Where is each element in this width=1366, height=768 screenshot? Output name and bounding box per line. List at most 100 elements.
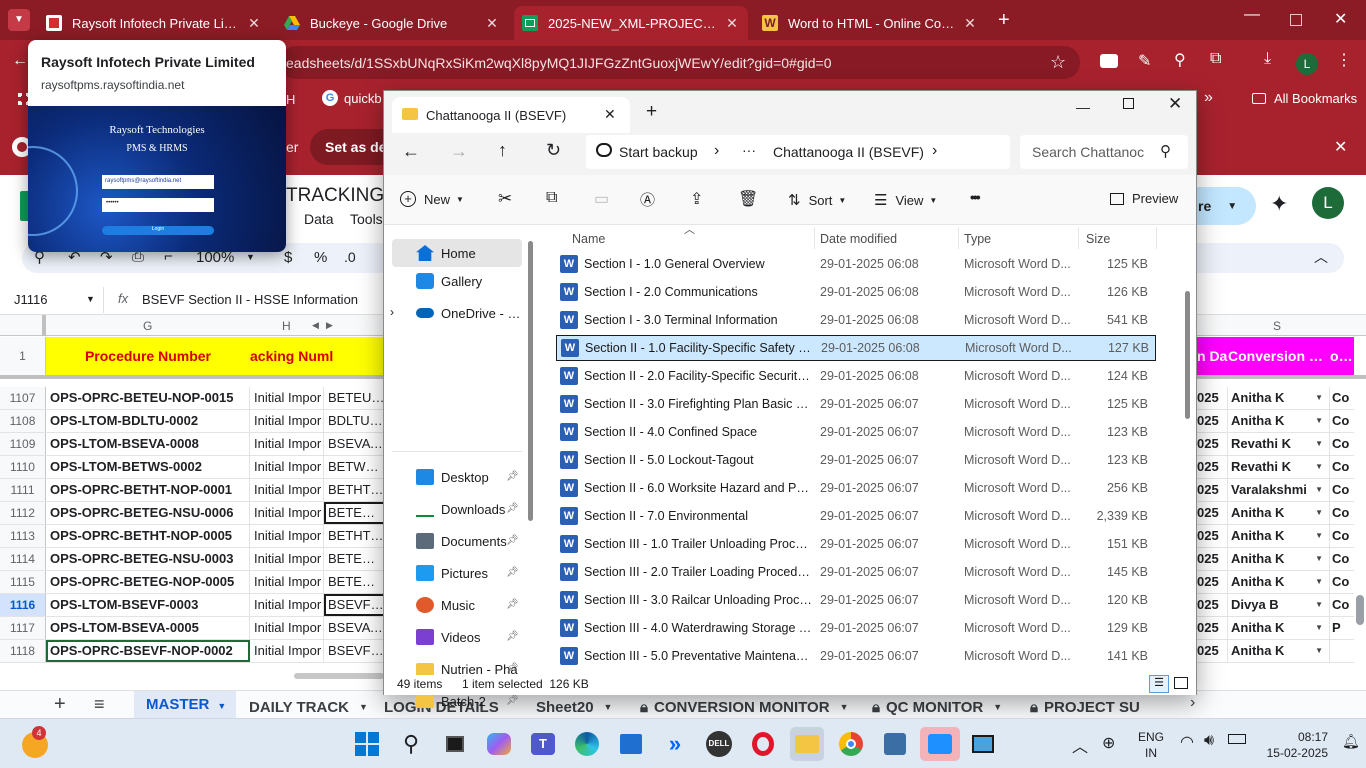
cell-procedure-number[interactable]: OPS-LTOM-BSEVA-0008 <box>46 433 250 455</box>
add-sheet-icon[interactable]: + <box>54 693 66 716</box>
dropdown-arrow-icon[interactable]: ▼ <box>1315 548 1323 570</box>
cell-section[interactable]: BDLTU Se <box>324 410 385 432</box>
cell-date[interactable]: 025 <box>1197 479 1228 501</box>
cell-status[interactable]: Co <box>1330 410 1354 432</box>
cell-status[interactable]: Co <box>1330 433 1354 455</box>
all-sheets-icon[interactable]: ≡ <box>94 694 105 715</box>
row-number[interactable]: 1113 <box>0 525 46 547</box>
nav-scrollbar[interactable] <box>528 241 533 521</box>
cell-section[interactable]: BETHT Se <box>324 525 385 547</box>
share-icon[interactable]: ⇪ <box>690 189 703 209</box>
dropdown-arrow-icon[interactable]: ▼ <box>1315 640 1323 662</box>
cell-conversion-name[interactable]: Anitha K ▼ <box>1228 525 1330 547</box>
language-indicator[interactable]: ENG IN <box>1138 729 1164 761</box>
refresh-icon[interactable]: ↻ <box>546 140 561 161</box>
header-conversion-name[interactable]: Conversion Nam <box>1228 337 1330 375</box>
network-status-icon[interactable]: ⊕ <box>1102 733 1115 753</box>
cell-status[interactable]: Co <box>1330 456 1354 478</box>
dell-icon[interactable]: DELL <box>702 727 736 761</box>
cell-date[interactable]: 025 <box>1197 502 1228 524</box>
close-tab-icon[interactable]: ✕ <box>246 15 262 31</box>
cell-procedure-number[interactable]: OPS-OPRC-BETEG-NOP-0005 <box>46 571 250 593</box>
cell-tracking[interactable]: Initial Impor <box>250 594 324 616</box>
cell-conversion-name[interactable]: Anitha K ▼ <box>1228 640 1330 662</box>
file-row[interactable]: W Section II - 5.0 Lockout-Tagout 29-01-20… <box>556 447 1156 473</box>
star-bookmark-icon[interactable]: ☆ <box>1050 52 1066 73</box>
cell-tracking[interactable]: Initial Impor <box>250 387 324 409</box>
cell-tracking[interactable]: Initial Impor <box>250 433 324 455</box>
breadcrumb-current[interactable]: Chattanooga II (BSEVF) <box>773 144 924 160</box>
dropdown-arrow-icon[interactable]: ▼ <box>1315 502 1323 524</box>
profile-avatar[interactable]: L <box>1296 53 1318 75</box>
sheet-tab-daily-track[interactable]: DAILY TRACK ▼ <box>249 695 368 719</box>
nav-item-videos[interactable]: Videos 📌︎ <box>392 623 522 651</box>
collapse-left-icon[interactable]: ◀ <box>312 320 319 331</box>
cell-date[interactable]: 025 <box>1197 387 1228 409</box>
search-icon[interactable]: ⚲ <box>394 727 428 761</box>
row-number[interactable]: 1118 <box>0 640 46 662</box>
volume-icon[interactable]: 🔊︎ <box>1204 732 1214 750</box>
tiles-view-icon[interactable] <box>1174 677 1188 689</box>
cell-section[interactable]: BETEG Se <box>324 548 385 570</box>
file-row[interactable]: W Section III - 2.0 Trailer Loading Proce… <box>556 559 1156 585</box>
close-tab-icon[interactable]: ✕ <box>604 106 616 123</box>
copilot-icon[interactable] <box>482 727 516 761</box>
cell-procedure-number[interactable]: OPS-OPRC-BETHT-NOP-0005 <box>46 525 250 547</box>
formula-input[interactable]: BSEVF Section II - HSSE Information <box>142 292 382 307</box>
file-row[interactable]: W Section I - 1.0 General Overview 29-01-2… <box>556 251 1156 277</box>
cell-tracking[interactable]: Initial Impor <box>250 502 324 524</box>
file-row[interactable]: W Section II - 7.0 Environmental 29-01-202… <box>556 503 1156 529</box>
column-type[interactable]: Type <box>964 232 991 246</box>
minimize-icon[interactable]: — <box>1076 99 1090 115</box>
nav-item-onedrive-pers[interactable]: › OneDrive - Pers <box>390 299 522 327</box>
details-view-icon[interactable]: ☰ <box>1149 675 1169 693</box>
column-name[interactable]: Name <box>572 232 605 246</box>
cell-status[interactable]: Co <box>1330 525 1354 547</box>
expand-chevron-icon[interactable]: › <box>390 305 394 319</box>
close-tab-icon[interactable]: ✕ <box>484 15 500 31</box>
file-row[interactable]: W Section I - 2.0 Communications 29-01-202… <box>556 279 1156 305</box>
sheet-tab-project-summary[interactable]: 🔒︎ PROJECT SU <box>1030 695 1140 719</box>
dropdown-arrow-icon[interactable]: ▼ <box>1315 456 1323 478</box>
cell-status[interactable]: Co <box>1330 387 1354 409</box>
forward-arrow-icon[interactable]: → <box>450 141 468 162</box>
see-more-button[interactable]: ••• <box>970 189 981 205</box>
remote-desktop-icon[interactable] <box>966 727 1000 761</box>
copy-icon[interactable]: ⧉ <box>546 189 557 207</box>
up-arrow-icon[interactable]: ↑ <box>498 140 507 161</box>
start-windows-icon[interactable] <box>350 727 384 761</box>
select-all-corner[interactable] <box>0 315 46 336</box>
cell-date[interactable]: 025 <box>1197 548 1228 570</box>
cell-section[interactable]: BETWS Se <box>324 456 385 478</box>
cell-section[interactable]: BSEVF Se <box>324 640 385 662</box>
cell-procedure-number[interactable]: OPS-OPRC-BETEG-NSU-0006 <box>46 502 250 524</box>
sheet-tab-conversion-monitor[interactable]: 🔒︎ CONVERSION MONITOR ▼ <box>640 695 848 719</box>
notification-bell-icon[interactable]: 🔔︎ <box>1342 733 1360 750</box>
sheet-tab-master[interactable]: MASTER ▼ <box>134 691 236 719</box>
column-header-g[interactable]: G <box>143 319 152 333</box>
bookmark-quickbooks[interactable]: G quickb <box>322 90 382 106</box>
cell-tracking[interactable]: Initial Impor <box>250 571 324 593</box>
clock[interactable]: 08:17 15-02-2025 <box>1258 729 1328 761</box>
cell-conversion-name[interactable]: Varalakshmi ▼ <box>1228 479 1330 501</box>
gemini-sparkle-icon[interactable]: ✦ <box>1270 191 1288 217</box>
row-number[interactable]: 1114 <box>0 548 46 570</box>
search-box[interactable]: Search Chattanoc ⚲ <box>1020 135 1188 169</box>
breadcrumb-ellipsis[interactable]: ··· <box>742 142 756 158</box>
cell-conversion-name[interactable]: Divya B ▼ <box>1228 594 1330 616</box>
row-number[interactable]: 1115 <box>0 571 46 593</box>
cell-procedure-number[interactable]: OPS-LTOM-BETWS-0002 <box>46 456 250 478</box>
file-row[interactable]: W Section III - 4.0 Waterdrawing Storage … <box>556 615 1156 641</box>
header-tracking-number[interactable]: acking Numl <box>250 337 385 375</box>
cell-date[interactable]: 025 <box>1197 571 1228 593</box>
paste-icon[interactable]: ▭ <box>594 189 609 209</box>
cell-procedure-number[interactable]: OPS-OPRC-BETEG-NSU-0003 <box>46 548 250 570</box>
pen-icon[interactable]: ✎ <box>1138 51 1151 71</box>
battery-icon[interactable] <box>1228 734 1246 744</box>
cell-tracking[interactable]: Initial Impor <box>250 410 324 432</box>
header-conv-partial[interactable]: onv <box>1330 337 1354 375</box>
cell-conversion-name[interactable]: Anitha K ▼ <box>1228 571 1330 593</box>
file-list-scrollbar[interactable] <box>1185 291 1190 419</box>
dropdown-arrow-icon[interactable]: ▼ <box>1315 571 1323 593</box>
cell-date[interactable]: 025 <box>1197 410 1228 432</box>
